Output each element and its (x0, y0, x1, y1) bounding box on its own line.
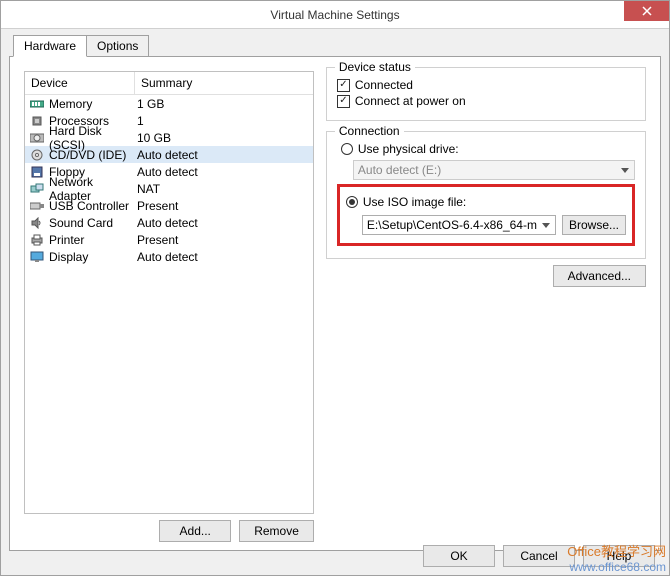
device-summary: Present (137, 199, 313, 213)
connected-checkbox[interactable] (337, 79, 350, 92)
usb-icon (29, 199, 45, 213)
physical-drive-combo[interactable]: Auto detect (E:) (353, 160, 635, 180)
cdrom-icon (29, 148, 45, 162)
device-label: USB Controller (49, 199, 137, 213)
list-header: Device Summary (25, 72, 313, 95)
device-row-memory[interactable]: Memory 1 GB (25, 95, 313, 112)
tab-panel: Device Summary Memory 1 GB Processors 1 (9, 56, 661, 551)
tab-hardware[interactable]: Hardware (13, 35, 87, 57)
device-summary: Present (137, 233, 313, 247)
device-row-printer[interactable]: Printer Present (25, 231, 313, 248)
device-row-cdrom[interactable]: CD/DVD (IDE) Auto detect (25, 146, 313, 163)
window-title: Virtual Machine Settings (270, 8, 399, 22)
tab-options[interactable]: Options (86, 35, 149, 57)
device-summary: Auto detect (137, 148, 313, 162)
device-status-title: Device status (335, 60, 415, 74)
display-icon (29, 250, 45, 264)
physical-drive-label: Use physical drive: (358, 142, 459, 156)
column-summary[interactable]: Summary (135, 72, 198, 94)
device-label: Sound Card (49, 216, 137, 230)
device-row-usb[interactable]: USB Controller Present (25, 197, 313, 214)
add-button[interactable]: Add... (159, 520, 231, 542)
device-label: Display (49, 250, 137, 264)
device-status-group: Device status Connected Connect at power… (326, 67, 646, 121)
cpu-icon (29, 114, 45, 128)
remove-button[interactable]: Remove (239, 520, 314, 542)
device-summary: 10 GB (137, 131, 313, 145)
connect-power-checkbox[interactable] (337, 95, 350, 108)
device-summary: 1 GB (137, 97, 313, 111)
advanced-button[interactable]: Advanced... (553, 265, 646, 287)
help-button[interactable]: Help (583, 545, 655, 567)
connect-power-label: Connect at power on (355, 94, 466, 108)
hdd-icon (29, 131, 45, 145)
device-summary: Auto detect (137, 216, 313, 230)
right-pane: Device status Connected Connect at power… (322, 57, 660, 550)
device-label: Printer (49, 233, 137, 247)
cancel-button[interactable]: Cancel (503, 545, 575, 567)
iso-highlight: Use ISO image file: E:\Setup\CentOS-6.4-… (337, 184, 635, 246)
memory-icon (29, 97, 45, 111)
device-summary: NAT (137, 182, 313, 196)
iso-label: Use ISO image file: (363, 195, 466, 209)
device-label: CD/DVD (IDE) (49, 148, 137, 162)
device-summary: 1 (137, 114, 313, 128)
connection-group: Connection Use physical drive: Auto dete… (326, 131, 646, 259)
browse-button[interactable]: Browse... (562, 215, 626, 235)
close-button[interactable] (624, 1, 669, 21)
dialog-buttons: OK Cancel Help (423, 545, 655, 567)
iso-radio[interactable] (346, 196, 358, 208)
device-row-sound[interactable]: Sound Card Auto detect (25, 214, 313, 231)
printer-icon (29, 233, 45, 247)
connection-title: Connection (335, 124, 404, 138)
close-icon (642, 6, 652, 16)
titlebar: Virtual Machine Settings (1, 1, 669, 29)
device-row-display[interactable]: Display Auto detect (25, 248, 313, 265)
device-row-hard-disk[interactable]: Hard Disk (SCSI) 10 GB (25, 129, 313, 146)
tabstrip: Hardware Options (1, 35, 669, 57)
network-icon (29, 182, 45, 196)
device-list: Device Summary Memory 1 GB Processors 1 (24, 71, 314, 514)
column-device[interactable]: Device (25, 72, 135, 94)
left-pane: Device Summary Memory 1 GB Processors 1 (10, 57, 322, 550)
connected-label: Connected (355, 78, 413, 92)
floppy-icon (29, 165, 45, 179)
iso-path-combo[interactable]: E:\Setup\CentOS-6.4-x86_64-m (362, 215, 556, 235)
device-summary: Auto detect (137, 250, 313, 264)
device-summary: Auto detect (137, 165, 313, 179)
device-label: Memory (49, 97, 137, 111)
device-row-network[interactable]: Network Adapter NAT (25, 180, 313, 197)
sound-icon (29, 216, 45, 230)
ok-button[interactable]: OK (423, 545, 495, 567)
physical-drive-radio[interactable] (341, 143, 353, 155)
